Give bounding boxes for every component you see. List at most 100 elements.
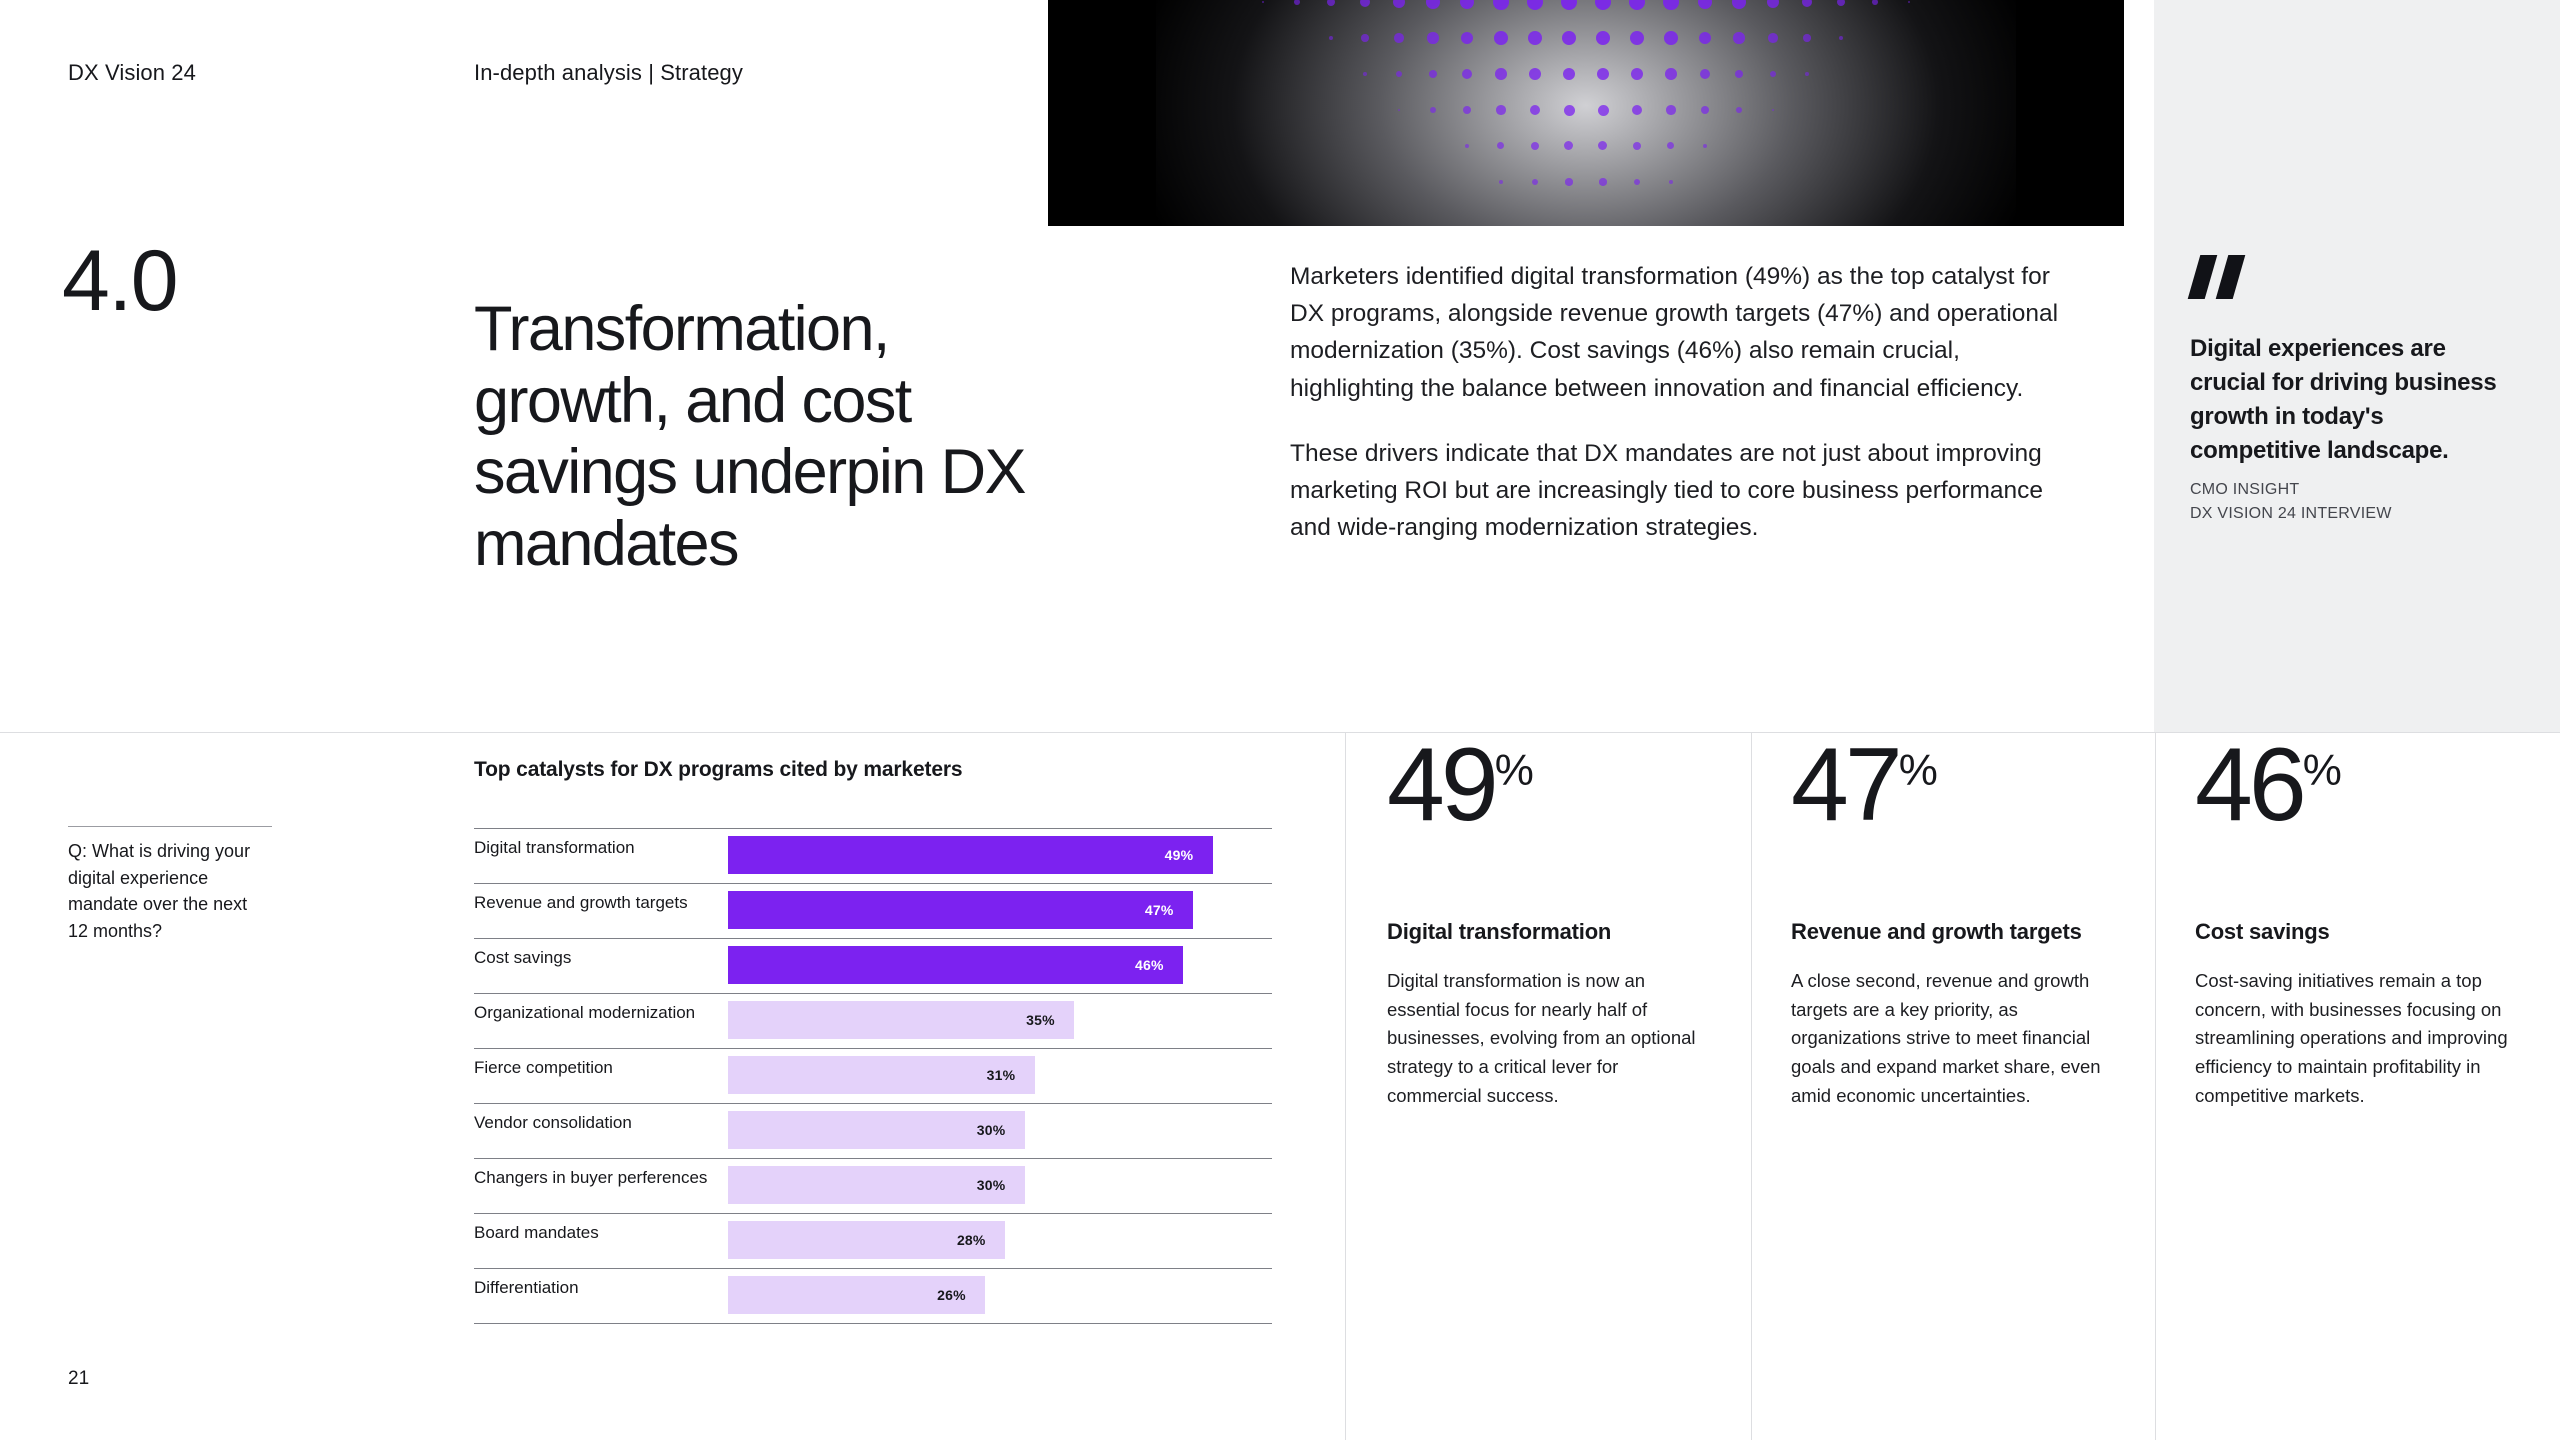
hero-dot (1631, 104, 1643, 116)
column-divider (1345, 733, 1346, 1440)
intro-paragraph: Marketers identified digital transformat… (1290, 263, 2059, 402)
hero-dot (1801, 0, 1813, 8)
hero-dot (1628, 0, 1646, 11)
catalysts-bar-chart: Top catalysts for DX programs cited by m… (474, 758, 1272, 1324)
hero-dot (1294, 0, 1300, 5)
report-page: DX Vision 24 In-depth analysis | Strateg… (0, 0, 2560, 1440)
stat-body: Cost-saving initiatives remain a top con… (2195, 970, 2508, 1106)
chart-bar-track: 30% (728, 1111, 1272, 1149)
hero-dot (1461, 68, 1473, 80)
chart-bar-row: Changers in buyer perferences 30% (474, 1158, 1272, 1213)
chart-bar-value: 26% (937, 1287, 966, 1303)
page-title: Transformation, growth, and cost savings… (474, 294, 1027, 579)
hero-dot (1768, 33, 1778, 43)
chart-bar-track: 49% (728, 836, 1272, 874)
hero-dot (1564, 141, 1574, 151)
hero-dot-pattern (1048, 0, 2124, 226)
hero-dot (1394, 33, 1404, 43)
chart-bar-label: Changers in buyer perferences (474, 1168, 708, 1187)
hero-dot (1630, 67, 1644, 81)
hero-dot (1838, 35, 1844, 41)
hero-dot (1359, 0, 1371, 8)
hero-dot (1665, 68, 1677, 80)
hero-dot (1803, 34, 1811, 42)
chart-bar-label: Digital transformation (474, 838, 635, 857)
hero-dot (1528, 67, 1542, 81)
hero-dot (1460, 31, 1474, 45)
hero-dot (1261, 0, 1265, 4)
quote-mark-icon (2187, 255, 2254, 299)
hero-dot (1531, 178, 1539, 186)
hero-dot (1560, 0, 1578, 11)
question-rule (68, 826, 272, 827)
hero-dot (1464, 143, 1470, 149)
hero-dot (1529, 104, 1541, 116)
hero-dot (1872, 0, 1878, 5)
hero-dot (1495, 68, 1507, 80)
hero-dot (1395, 70, 1403, 78)
chart-bar-label: Cost savings (474, 948, 572, 967)
hero-image (1048, 0, 2124, 226)
chart-bar-row: Fierce competition 31% (474, 1048, 1272, 1103)
hero-dot (1836, 0, 1846, 7)
hero-dot (1805, 72, 1809, 76)
intro-paragraph: These drivers indicate that DX mandates … (1290, 439, 2044, 542)
stat-body: Digital transformation is now an essenti… (1387, 970, 1696, 1106)
hero-dot (1594, 0, 1612, 11)
stat-body: A close second, revenue and growth targe… (1791, 970, 2101, 1106)
chart-bar-fill (728, 891, 1193, 929)
chart-bar-value: 30% (976, 1122, 1006, 1138)
section-label: In-depth analysis | Strategy (474, 60, 743, 85)
hero-dot (1530, 141, 1540, 151)
stat-heading: Revenue and growth targets (1791, 919, 2082, 944)
hero-dot (1699, 68, 1711, 80)
hero-dot (1595, 30, 1611, 46)
hero-dot (1426, 0, 1440, 9)
hero-dot (1463, 106, 1471, 114)
hero-dot (1771, 108, 1775, 112)
hero-dot (1633, 178, 1641, 186)
chart-bar-value: 35% (1026, 1012, 1055, 1028)
hero-dot (1596, 67, 1610, 81)
hero-dot (1563, 104, 1575, 116)
hero-dot (1459, 0, 1475, 10)
hero-dot (1697, 0, 1713, 10)
chart-bar-value: 31% (986, 1067, 1016, 1083)
chart-rows: Digital transformation 49% Revenue and gro… (474, 828, 1272, 1324)
chart-bar-track: 30% (728, 1166, 1272, 1204)
chart-bar-label: Fierce competition (474, 1058, 613, 1077)
chart-bar-track: 26% (728, 1276, 1272, 1314)
stat-card: 49% Digital transformation Digital trans… (1387, 733, 1793, 1110)
stat-value: 47% (1791, 733, 2197, 837)
hero-dot (1733, 32, 1745, 44)
stat-card: 46% Cost savings Cost-saving initiatives… (2195, 733, 2560, 1110)
chart-bar-row: Revenue and growth targets 47% (474, 883, 1272, 938)
chart-bar-value: 28% (956, 1232, 986, 1248)
hero-dot (1598, 141, 1608, 151)
stat-unit: % (1898, 745, 1938, 795)
hero-dot (1494, 31, 1508, 45)
hero-dot (1663, 0, 1679, 10)
chart-bar-row: Board mandates 28% (474, 1213, 1272, 1268)
hero-dot (1499, 180, 1503, 184)
attribution-detail: DX VISION 24 INTERVIEW (2190, 504, 2392, 522)
chart-bar-label: Board mandates (474, 1223, 599, 1242)
hero-dot (1766, 0, 1780, 9)
chart-bar-track: 31% (728, 1056, 1272, 1094)
chart-title: Top catalysts for DX programs cited by m… (474, 758, 963, 781)
stat-unit: % (1494, 745, 1534, 795)
hero-dot (1565, 178, 1573, 186)
chart-bar-fill (728, 836, 1213, 874)
chart-bar-track: 47% (728, 891, 1272, 929)
hero-dot (1664, 31, 1678, 45)
stat-number-text: 49 (1387, 727, 1499, 843)
chart-bar-track: 28% (728, 1221, 1272, 1259)
hero-dot (1907, 0, 1911, 4)
chart-bar-row: Cost savings 46% (474, 938, 1272, 993)
chart-bar-row: Organizational modernization 35% (474, 993, 1272, 1048)
chart-bar-label: Organizational modernization (474, 1003, 696, 1022)
chart-bar-row: Digital transformation 49% (474, 828, 1272, 883)
stat-value: 49% (1387, 733, 1793, 837)
chart-bar-row: Vendor consolidation 30% (474, 1103, 1272, 1158)
intro-copy: Marketers identified digital transformat… (1290, 258, 2090, 547)
